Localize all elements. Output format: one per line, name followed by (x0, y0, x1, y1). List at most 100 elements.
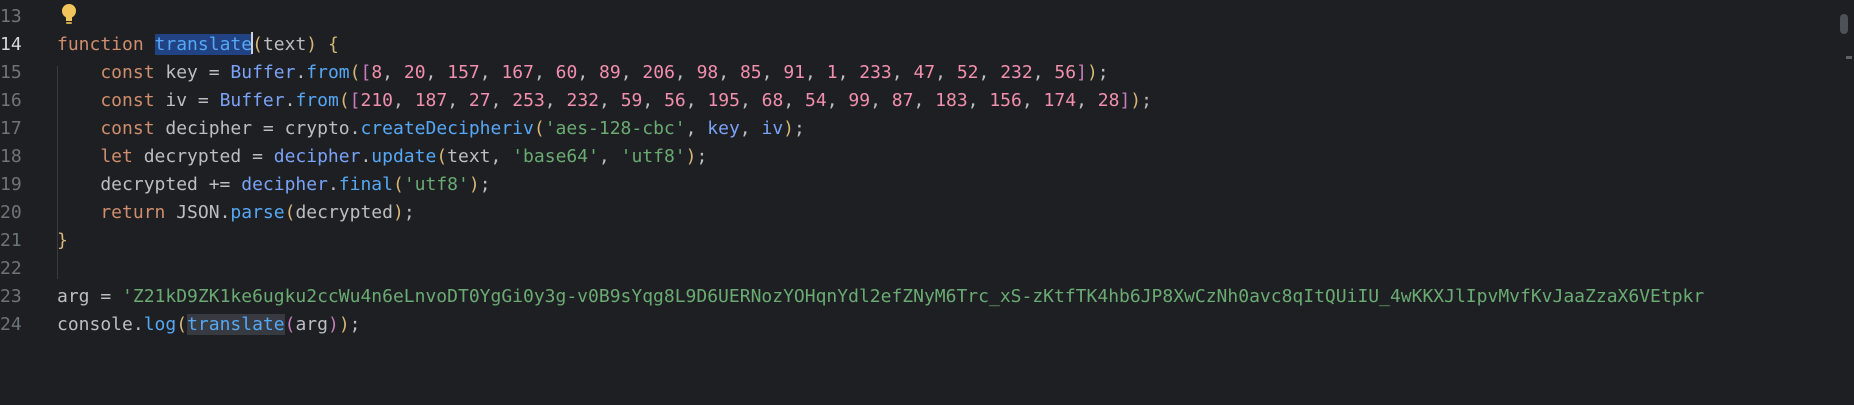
code-token: ] (1076, 62, 1087, 83)
code-token: . (295, 62, 307, 83)
code-token: 'utf8' (620, 146, 686, 167)
code-token: ; (1097, 62, 1109, 83)
code-token: , (1032, 62, 1055, 83)
code-token: return (57, 202, 166, 223)
code-token: , (620, 62, 643, 83)
code-token: = (89, 286, 123, 307)
code-token: 47 (913, 62, 936, 83)
code-token: 233 (859, 62, 892, 83)
code-token: Buffer (219, 90, 285, 111)
code-token: 98 (696, 62, 719, 83)
code-token: Buffer (230, 62, 296, 83)
code-token: , (490, 90, 513, 111)
code-editor[interactable]: 13 14 15 16 17 18 19 20 21 22 23 24 function transl… (0, 0, 1854, 405)
code-token: , (783, 90, 806, 111)
code-token: 56 (1054, 62, 1077, 83)
code-token: 56 (664, 90, 686, 111)
code-token: function (57, 34, 144, 55)
code-line[interactable]: return JSON.parse(decrypted); (57, 196, 414, 229)
code-token: ) (783, 118, 795, 139)
code-token: . (360, 146, 372, 167)
code-token: , (577, 62, 600, 83)
code-token: parse (230, 202, 285, 223)
code-area[interactable]: function translate(text) { const key = B… (57, 0, 1824, 405)
code-token: ( (338, 90, 350, 111)
code-token: 1 (826, 62, 838, 83)
code-token: 20 (403, 62, 426, 83)
code-token: , (382, 62, 404, 83)
code-token: 253 (512, 90, 545, 111)
code-token: , (837, 62, 860, 83)
code-token: , (718, 62, 740, 83)
code-token: , (642, 90, 665, 111)
code-token: arg (295, 314, 328, 335)
code-token: 87 (891, 90, 914, 111)
code-token: , (598, 146, 621, 167)
code-token: crypto (284, 118, 350, 139)
code-token: ; (696, 146, 708, 167)
code-token: 54 (805, 90, 827, 111)
code-token: 232 (566, 90, 599, 111)
code-token: text (262, 34, 307, 55)
code-token: 89 (599, 62, 621, 83)
code-token: ) (685, 146, 697, 167)
code-token: 206 (642, 62, 675, 83)
code-token: , (967, 90, 990, 111)
scrollbar-thumb[interactable] (1840, 14, 1848, 34)
code-token: . (284, 90, 296, 111)
code-token: log (143, 314, 177, 335)
code-token: 91 (783, 62, 806, 83)
code-token: ] (1119, 90, 1131, 111)
code-token: , (599, 90, 621, 111)
code-token: . (327, 174, 339, 195)
code-token: text (447, 146, 491, 167)
code-token: let (57, 146, 133, 167)
code-token: arg (57, 286, 90, 307)
code-token: key (707, 118, 740, 139)
code-token: iv = (154, 90, 220, 111)
code-token: , (978, 62, 1001, 83)
code-token: , (490, 146, 513, 167)
code-token: 68 (761, 90, 784, 111)
code-token: [ (360, 62, 372, 83)
code-token: translate (187, 314, 285, 335)
code-token: 187 (414, 90, 448, 111)
code-token: , (479, 62, 502, 83)
code-token: ( (284, 202, 296, 223)
code-token: [ (349, 90, 361, 111)
vertical-scrollbar[interactable] (1830, 0, 1854, 405)
code-token: ( (533, 118, 545, 139)
line-number: 24 (0, 314, 22, 335)
code-token: ( (252, 34, 263, 55)
code-token: decrypted = (132, 146, 274, 167)
code-token: 232 (1000, 62, 1033, 83)
code-token: 52 (956, 62, 979, 83)
code-token: , (685, 118, 708, 139)
code-token: decrypted += (57, 174, 242, 195)
code-token: 99 (848, 90, 871, 111)
code-token: decipher (273, 146, 361, 167)
code-token: from (306, 62, 350, 83)
scrollbar-marker (1846, 56, 1852, 59)
code-token: 210 (360, 90, 394, 111)
code-token: ( (284, 314, 296, 335)
code-token: , (533, 62, 556, 83)
code-token: decrypted (295, 202, 393, 223)
code-line[interactable]: console.log(translate(arg)); (57, 308, 361, 341)
code-token: , (935, 62, 957, 83)
code-token: key = (154, 62, 231, 83)
code-token: 157 (447, 62, 480, 83)
code-token: , (739, 118, 762, 139)
code-line[interactable]: } (57, 224, 68, 257)
code-token: 174 (1043, 90, 1077, 111)
code-token: ( (176, 314, 188, 335)
code-token: from (295, 90, 339, 111)
code-token: , (805, 62, 827, 83)
code-token: , (393, 90, 415, 111)
code-token: , (826, 90, 849, 111)
code-token: 28 (1097, 90, 1120, 111)
code-token: , (674, 62, 697, 83)
code-token: const (57, 62, 155, 83)
